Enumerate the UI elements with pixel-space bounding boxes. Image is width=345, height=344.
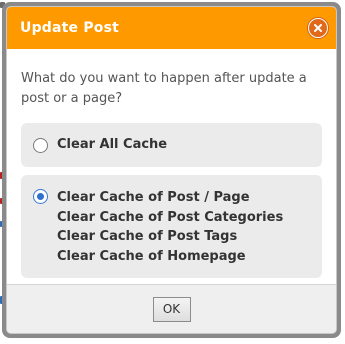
- option-clear-post-cache[interactable]: Clear Cache of Post / Page Clear Cache o…: [21, 175, 322, 278]
- radio-clear-all-cache[interactable]: [33, 137, 48, 153]
- option-label: Clear Cache of Post / Page: [57, 190, 250, 205]
- option-label: Clear Cache of Post Tags: [57, 229, 238, 244]
- update-post-dialog: Update Post What do you want to happen a…: [2, 2, 341, 338]
- dialog-title: Update Post: [20, 20, 120, 36]
- close-button[interactable]: [308, 18, 328, 38]
- option-label: Clear All Cache: [57, 137, 168, 153]
- radio-clear-post-cache[interactable]: [33, 189, 48, 204]
- option-lines: Clear Cache of Post / Page Clear Cache o…: [57, 188, 283, 266]
- dialog-content: What do you want to happen after update …: [7, 49, 336, 278]
- dialog-footer: OK: [7, 284, 336, 333]
- option-label: Clear Cache of Homepage: [57, 248, 246, 264]
- dialog-panel: Update Post What do you want to happen a…: [6, 6, 337, 334]
- option-clear-all-cache[interactable]: Clear All Cache: [21, 123, 322, 167]
- option-label: Clear Cache of Post Categories: [57, 209, 284, 225]
- radio-selected-dot: [37, 193, 44, 200]
- dialog-titlebar[interactable]: Update Post: [7, 7, 336, 49]
- close-icon: [314, 24, 322, 32]
- ok-button[interactable]: OK: [152, 296, 191, 322]
- question-text: What do you want to happen after update …: [21, 71, 307, 106]
